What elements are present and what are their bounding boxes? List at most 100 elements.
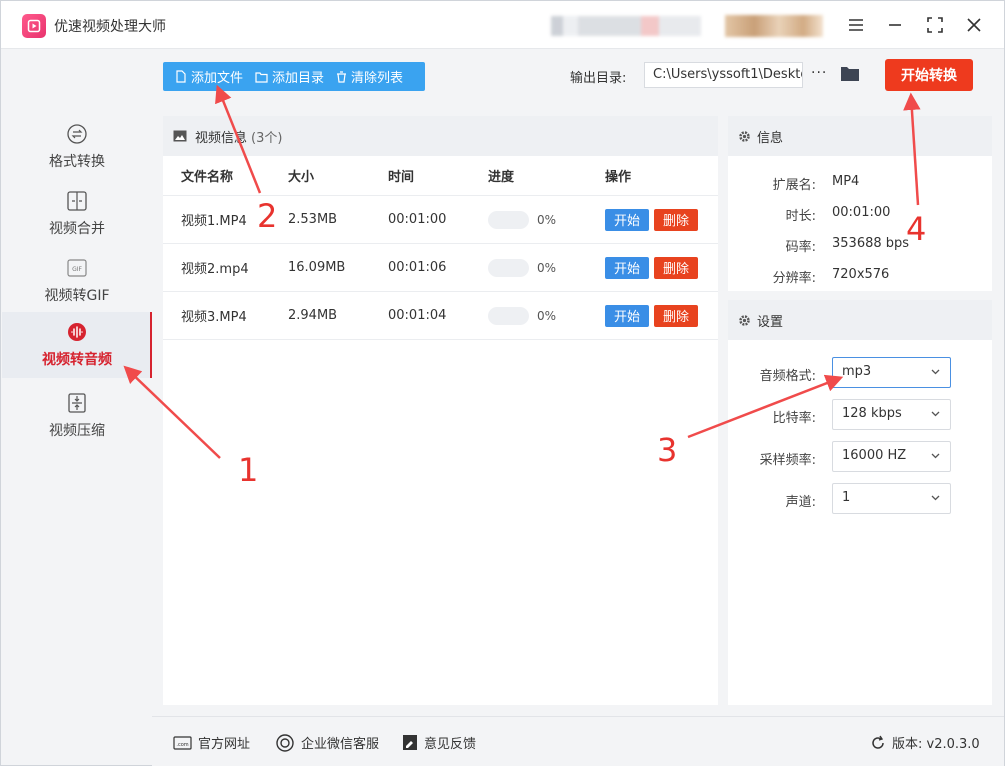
- more-options-button[interactable]: ···: [811, 65, 827, 81]
- feedback-link[interactable]: 意见反馈: [402, 733, 476, 752]
- sidebar-item-format-convert[interactable]: 格式转换: [2, 114, 152, 180]
- chevron-down-icon: [931, 453, 940, 459]
- file-size: 16.09MB: [288, 260, 346, 275]
- sidebar-item-video-to-audio[interactable]: 视频转音频: [2, 312, 152, 378]
- table-row[interactable]: 视频2.mp4 16.09MB 00:01:06 0% 开始 删除: [163, 244, 718, 292]
- row-delete-button[interactable]: 删除: [654, 208, 698, 231]
- clear-list-label: 清除列表: [351, 71, 404, 86]
- table-row[interactable]: 视频1.MP4 2.53MB 00:01:00 0% 开始 删除: [163, 196, 718, 244]
- select-value: 128 kbps: [842, 406, 902, 421]
- open-folder-icon[interactable]: [840, 65, 860, 86]
- video-merge-icon: [67, 191, 87, 211]
- column-header: 大小: [288, 170, 315, 185]
- info-key: 分辨率:: [772, 271, 816, 286]
- setting-label: 采样频率:: [759, 453, 816, 468]
- menu-icon[interactable]: [844, 13, 868, 37]
- format-convert-icon: [67, 124, 87, 144]
- wechat-label: 企业微信客服: [301, 737, 380, 752]
- add-directory-label: 添加目录: [272, 71, 325, 86]
- clear-list-button[interactable]: 清除列表: [336, 67, 403, 86]
- website-icon: .com: [173, 735, 192, 750]
- settings-title: 设置: [757, 314, 784, 330]
- footer: .com 官方网址 企业微信客服 意见反馈 版本: v2.0.3.0: [152, 716, 1004, 766]
- video-list-title: 视频信息: [195, 130, 248, 146]
- sidebar-item-label: 视频转GIF: [44, 288, 110, 304]
- maximize-icon[interactable]: [923, 13, 947, 37]
- folder-outline-icon: [255, 71, 268, 83]
- info-value: 353688 bps: [832, 236, 910, 251]
- annotation-number-3: 3: [657, 431, 678, 469]
- annotation-number-4: 4: [906, 210, 927, 248]
- add-directory-button[interactable]: 添加目录: [255, 67, 324, 86]
- sample-rate-select[interactable]: 16000 HZ: [832, 441, 951, 472]
- annotation-number-1: 1: [238, 451, 259, 489]
- version-label: 版本: v2.0.3.0: [892, 737, 980, 752]
- sidebar-item-label: 格式转换: [49, 154, 105, 170]
- svg-text:GIF: GIF: [72, 266, 82, 273]
- refresh-icon: [872, 735, 884, 749]
- progress-bar: [488, 258, 529, 277]
- compress-icon: [68, 393, 86, 413]
- file-name: 视频2.mp4: [181, 262, 249, 277]
- sidebar-item-label: 视频压缩: [49, 423, 105, 439]
- row-delete-button[interactable]: 删除: [654, 256, 698, 279]
- video-list-header: 视频信息 (3个): [163, 116, 718, 156]
- setting-label: 声道:: [785, 495, 816, 510]
- gear-icon: [739, 314, 750, 326]
- website-link[interactable]: .com 官方网址: [173, 733, 250, 752]
- sidebar-active-indicator: [150, 312, 152, 378]
- file-duration: 00:01:06: [388, 260, 447, 275]
- select-value: 1: [842, 490, 851, 505]
- app-window: 优速视频处理大师 格式转换 视频合并 GIF 视频转GIF 视频转音频 视频压缩…: [0, 0, 1005, 766]
- minimize-icon[interactable]: [883, 13, 907, 37]
- bitrate-select[interactable]: 128 kbps: [832, 399, 951, 430]
- add-file-label: 添加文件: [191, 71, 244, 86]
- file-duration: 00:01:04: [388, 308, 447, 323]
- sidebar-item-video-merge[interactable]: 视频合并: [2, 181, 152, 247]
- trash-icon: [337, 70, 347, 83]
- user-avatar-blurred[interactable]: [725, 15, 823, 37]
- sidebar: 格式转换 视频合并 GIF 视频转GIF 视频转音频 视频压缩: [2, 50, 152, 716]
- website-label: 官方网址: [198, 737, 251, 752]
- sidebar-item-video-to-gif[interactable]: GIF 视频转GIF: [2, 248, 152, 314]
- file-name: 视频3.MP4: [181, 310, 247, 325]
- audio-format-select[interactable]: mp3: [832, 357, 951, 388]
- app-title: 优速视频处理大师: [54, 19, 166, 35]
- progress-bar: [488, 210, 529, 229]
- file-icon: [176, 70, 186, 83]
- output-dir-label: 输出目录:: [570, 71, 627, 86]
- sidebar-item-label: 视频转音频: [42, 352, 112, 368]
- table-header: 文件名称 大小 时间 进度 操作: [163, 156, 718, 196]
- row-start-button[interactable]: 开始: [605, 208, 649, 231]
- file-toolbar: 添加文件 添加目录 清除列表: [163, 62, 425, 91]
- select-value: 16000 HZ: [842, 448, 907, 463]
- output-dir-input[interactable]: C:\Users\yssoft1\Desktop: [644, 62, 803, 88]
- file-name: 视频1.MP4: [181, 214, 247, 229]
- wechat-support-link[interactable]: 企业微信客服: [275, 733, 379, 752]
- app-logo-icon: [22, 14, 46, 38]
- sidebar-item-video-compress[interactable]: 视频压缩: [2, 383, 152, 449]
- gear-icon: [739, 130, 750, 142]
- feedback-icon: [403, 735, 417, 750]
- add-file-button[interactable]: 添加文件: [175, 67, 243, 86]
- close-icon[interactable]: [962, 13, 986, 37]
- row-start-button[interactable]: 开始: [605, 256, 649, 279]
- file-size: 2.53MB: [288, 212, 338, 227]
- info-key: 扩展名:: [772, 178, 816, 193]
- progress-bar: [488, 306, 529, 325]
- channels-select[interactable]: 1: [832, 483, 951, 514]
- info-key: 时长:: [785, 209, 816, 224]
- image-icon: [173, 130, 187, 142]
- select-value: mp3: [842, 364, 872, 379]
- progress-text: 0%: [537, 260, 557, 275]
- feedback-label: 意见反馈: [424, 737, 477, 752]
- column-header: 进度: [488, 170, 515, 185]
- info-value: 00:01:00: [832, 205, 891, 220]
- row-start-button[interactable]: 开始: [605, 304, 649, 327]
- annotation-number-2: 2: [257, 197, 278, 235]
- table-row[interactable]: 视频3.MP4 2.94MB 00:01:04 0% 开始 删除: [163, 292, 718, 340]
- version-info[interactable]: 版本: v2.0.3.0: [870, 733, 980, 752]
- start-convert-button[interactable]: 开始转换: [885, 59, 973, 91]
- svg-text:.com: .com: [176, 742, 188, 748]
- row-delete-button[interactable]: 删除: [654, 304, 698, 327]
